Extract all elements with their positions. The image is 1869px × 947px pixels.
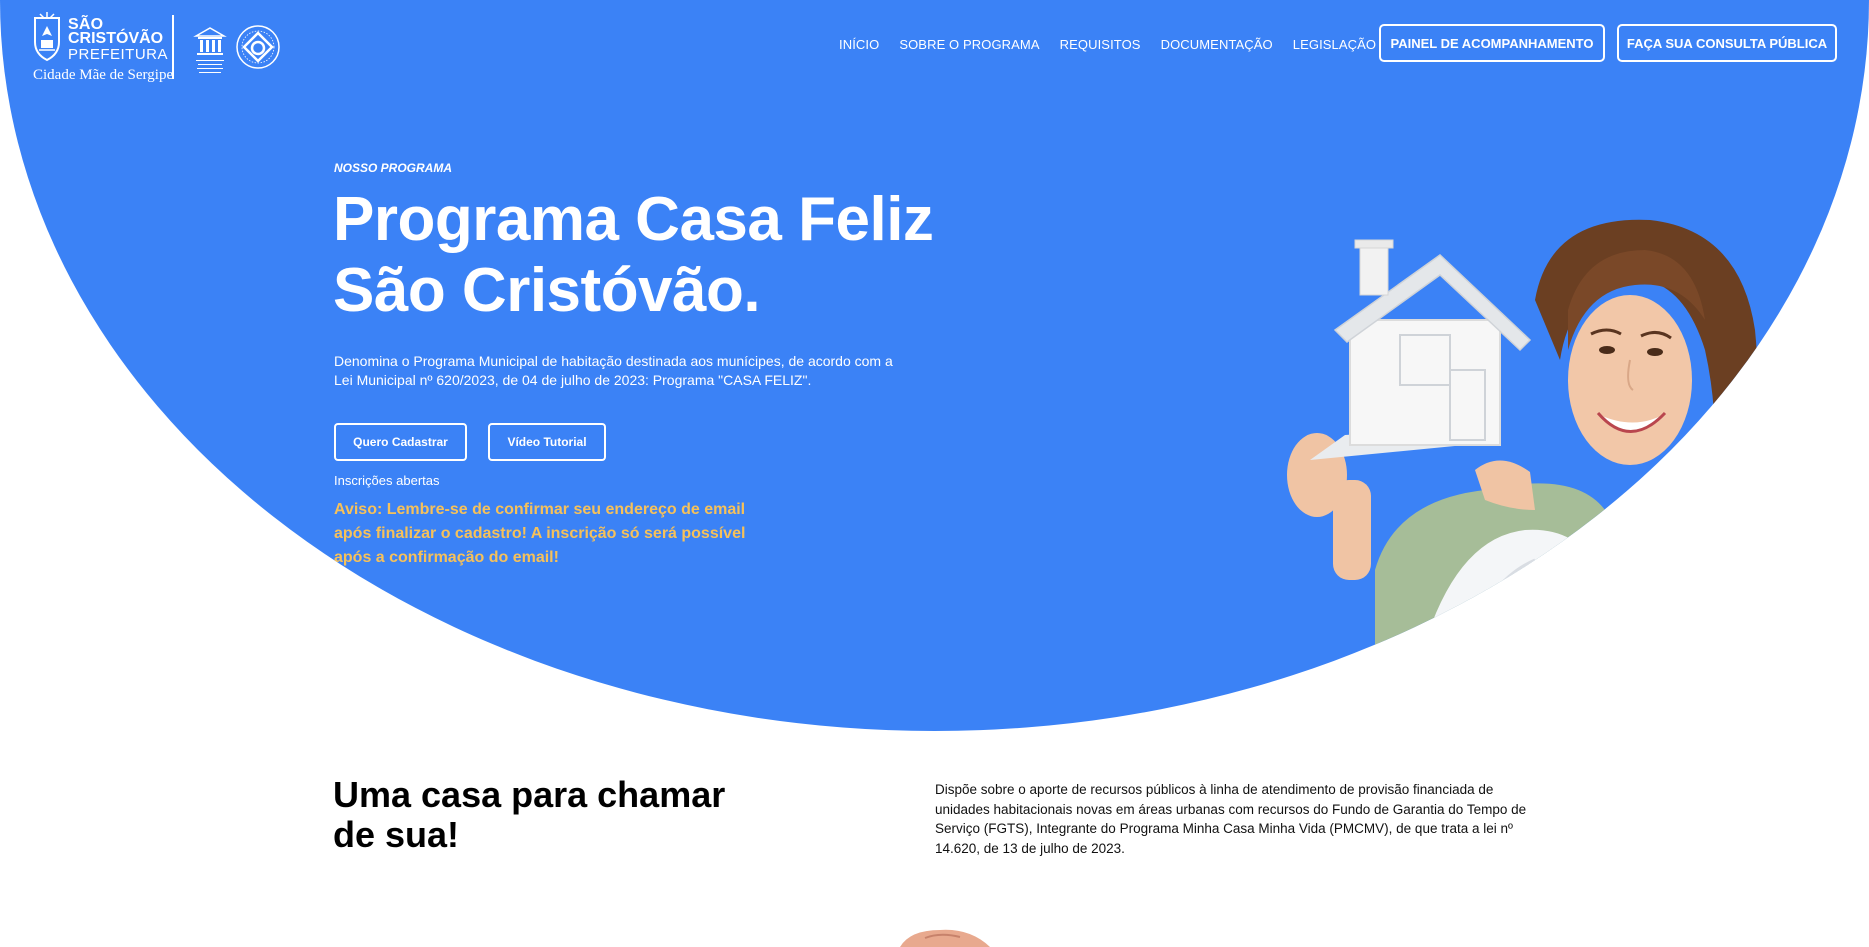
hero-description: Denomina o Programa Municipal de habitaç… (334, 353, 893, 388)
email-notice: Aviso: Lembre-se de confirmar seu endere… (334, 501, 746, 566)
brand-tagline: Cidade Mãe de Sergipe (33, 67, 174, 83)
hero-woman-house-image (1287, 219, 1805, 731)
nav-link-documentacao[interactable]: DOCUMENTAÇÃO (1161, 37, 1273, 52)
hero-section: SÃO CRISTÓVÃO PREFEITURA Cidade Mãe de S… (0, 0, 1869, 731)
quero-cadastrar-button[interactable]: Quero Cadastrar (334, 423, 467, 461)
nav-link-inicio[interactable]: INÍCIO (839, 37, 879, 52)
hero-title: Programa Casa Feliz São Cristóvão. (333, 185, 934, 325)
brand-line-3: PREFEITURA (68, 46, 169, 63)
painel-acompanhamento-button[interactable]: PAINEL DE ACOMPANHAMENTO (1379, 24, 1605, 62)
crest-icon (34, 12, 60, 62)
consulta-publica-button[interactable]: FAÇA SUA CONSULTA PÚBLICA (1617, 24, 1837, 62)
section-text: Dispõe sobre o aporte de recursos públic… (935, 782, 1527, 856)
nav-link-legislacao[interactable]: LEGISLAÇÃO (1293, 37, 1376, 52)
brand-line-2: CRISTÓVÃO (68, 30, 164, 47)
hero-eyebrow: NOSSO PROGRAMA (334, 161, 453, 175)
nav-link-sobre[interactable]: SOBRE O PROGRAMA (899, 37, 1039, 52)
prefeitura-logo[interactable]: SÃO CRISTÓVÃO PREFEITURA Cidade Mãe de S… (30, 12, 290, 84)
registration-status: Inscrições abertas (334, 473, 440, 488)
hand-image (900, 929, 990, 947)
world-heritage-icon (236, 25, 280, 69)
logo-divider (172, 15, 174, 79)
nav-link-requisitos[interactable]: REQUISITOS (1060, 37, 1141, 52)
main-nav: INÍCIO SOBRE O PROGRAMA REQUISITOS DOCUM… (839, 37, 1376, 52)
unesco-icon (193, 27, 227, 73)
section-title: Uma casa para chamar de sua! (333, 774, 726, 855)
video-tutorial-button[interactable]: Vídeo Tutorial (488, 423, 606, 461)
